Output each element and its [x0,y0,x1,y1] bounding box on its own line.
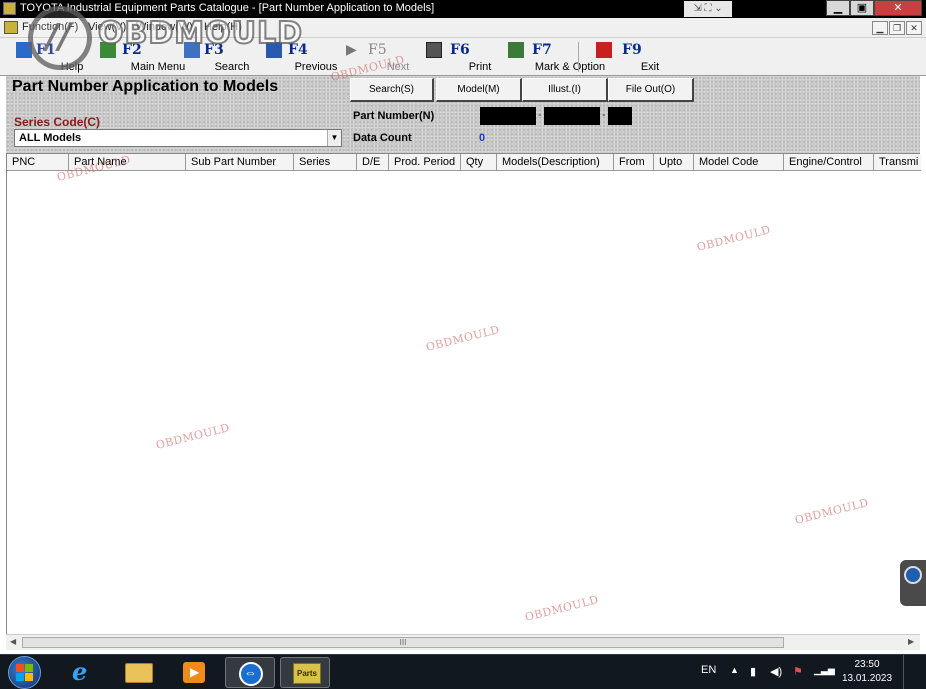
network-warning-icon[interactable]: ⚑ [793,665,803,678]
remote-session-controls[interactable]: ⇲ ⛶ ⌄ [684,1,732,17]
grid-header: PNC Part Name Sub Part Number Series D/E… [7,154,921,171]
remote-control-side-tab[interactable] [900,560,926,606]
col-from[interactable]: From [614,154,654,170]
f6-key: F6 [450,42,470,58]
windows-logo-icon [16,673,24,681]
results-grid[interactable]: PNC Part Name Sub Part Number Series D/E… [6,154,921,650]
file-out-button[interactable]: File Out(O) [608,78,694,102]
scrollbar-thumb[interactable]: III [22,637,784,648]
next-arrow-icon: ▶ [346,41,357,57]
system-clock[interactable]: 23:50 13.01.2023 [838,658,896,686]
signal-icon[interactable]: ▁▃▅ [814,665,835,676]
folder-icon [125,663,153,683]
teamviewer-icon: ⇔ [239,662,263,686]
toolbar-separator [578,42,579,72]
part-number-field-3[interactable] [608,107,632,125]
col-model-code[interactable]: Model Code [694,154,784,170]
start-button[interactable] [8,656,41,689]
scroll-left-icon[interactable]: ◀ [10,637,16,646]
mdi-child-icon[interactable] [4,21,18,34]
taskbar-media-player[interactable]: ▶ [168,657,218,688]
exit-label: Exit [640,61,660,73]
taskbar-internet-explorer[interactable]: e [58,657,108,688]
scroll-right-icon[interactable]: ▶ [908,637,914,646]
app-icon [3,2,16,15]
logo-word: OBDMOULD [97,15,304,52]
mark-option-icon [508,42,524,58]
part-number-field-1[interactable] [480,107,536,125]
illust-button[interactable]: Illust.(I) [522,78,608,102]
mdi-restore-button[interactable]: ❐ [889,21,905,35]
media-player-icon: ▶ [183,662,205,683]
minimize-button[interactable]: ▁ [826,0,850,16]
logo-letter: // [46,17,71,57]
exit-f9-button[interactable]: F9 Exit [594,40,659,74]
col-qty[interactable]: Qty [461,154,497,170]
clock-time: 23:50 [854,659,880,670]
teamviewer-icon [904,566,922,584]
show-desktop-button[interactable] [903,655,926,689]
taskbar-file-explorer[interactable] [113,657,163,688]
parts-catalogue-icon: Parts [293,663,321,684]
col-upto[interactable]: Upto [654,154,694,170]
horizontal-scrollbar[interactable]: ◀ III ▶ [6,634,920,650]
windows-logo-icon [25,664,33,672]
print-f6-button[interactable]: F6 Print [424,40,491,74]
tray-expand-icon[interactable]: ▲ [730,665,739,675]
internet-explorer-icon: e [72,657,88,686]
windows-logo-icon [16,664,24,672]
mark-option-f7-button[interactable]: F7 Mark & Option [498,40,605,74]
series-code-label: Series Code(C) [14,115,101,129]
col-de[interactable]: D/E [357,154,389,170]
col-models-description[interactable]: Models(Description) [497,154,614,170]
col-series[interactable]: Series [294,154,357,170]
f9-key: F9 [622,42,642,58]
logo-ring: // [28,6,92,70]
taskbar: e ▶ ⇔ Parts EN ▲ ▮ ◀) ⚑ ▁▃▅ 23:50 13.01.… [0,654,926,689]
taskbar-teamviewer[interactable]: ⇔ [225,657,275,688]
model-button[interactable]: Model(M) [436,78,522,102]
data-count-label: Data Count [353,132,412,144]
col-transmission[interactable]: Transmi [874,154,921,170]
maximize-button[interactable]: ▣ [850,0,874,16]
search-panel: Part Number Application to Models Series… [6,76,920,154]
data-count-value: 0 [479,132,486,144]
chevron-down-icon[interactable]: ▼ [327,130,341,146]
part-number-separator-2: - [602,109,606,121]
col-prod-period[interactable]: Prod. Period [389,154,461,170]
f5-key: F5 [368,42,387,58]
search-button[interactable]: Search(S) [350,78,434,102]
series-code-value: ALL Models [19,132,82,144]
close-button[interactable]: ✕ [874,0,922,16]
taskbar-parts-catalogue[interactable]: Parts [280,657,330,688]
f7-key: F7 [532,42,552,58]
page-title: Part Number Application to Models [12,78,279,95]
part-number-field-2[interactable] [544,107,600,125]
speaker-icon[interactable]: ◀) [770,665,782,678]
col-pnc[interactable]: PNC [7,154,69,170]
mdi-close-button[interactable]: ✕ [906,21,922,35]
clock-date: 13.01.2023 [841,673,893,684]
part-number-separator-1: - [538,109,542,121]
language-indicator[interactable]: EN [701,664,716,676]
mdi-minimize-button[interactable]: ▁ [872,21,888,35]
windows-logo-icon [25,673,33,681]
watermark-logo: // OBDMOULD [28,6,328,72]
part-number-label: Part Number(N) [353,110,435,122]
series-code-select[interactable]: ALL Models ▼ [14,129,342,147]
col-sub-part-number[interactable]: Sub Part Number [186,154,294,170]
exit-door-icon [596,42,612,58]
printer-icon [426,42,442,58]
col-engine-control[interactable]: Engine/Control [784,154,874,170]
battery-icon[interactable]: ▮ [750,665,756,678]
